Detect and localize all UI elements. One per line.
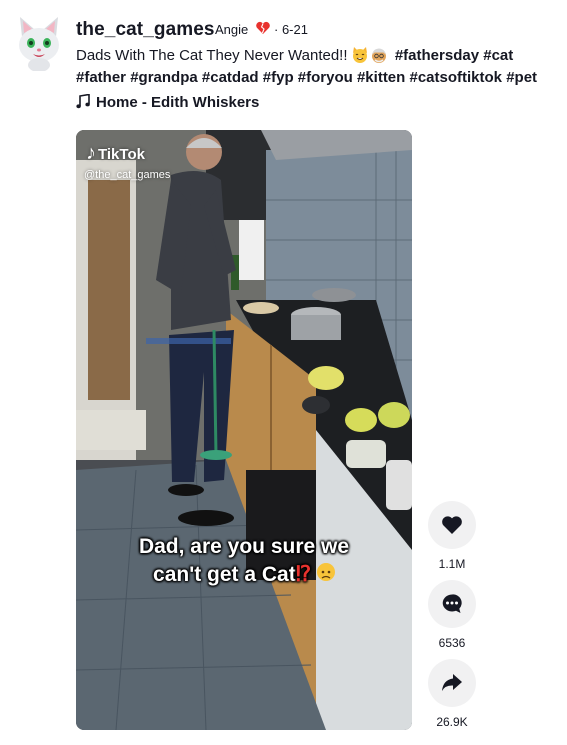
username-link[interactable]: the_cat_games bbox=[76, 19, 215, 41]
cat-face-emoji-icon bbox=[352, 47, 367, 63]
tiktok-watermark: ♪ TikTok bbox=[86, 142, 145, 165]
heart-icon bbox=[442, 516, 462, 534]
comment-bubble-icon bbox=[442, 594, 462, 613]
share-arrow-icon bbox=[442, 674, 462, 691]
hashtag-link[interactable]: #foryou bbox=[298, 69, 353, 86]
video-frame bbox=[76, 130, 412, 730]
like-button[interactable] bbox=[428, 501, 476, 549]
hashtag-link[interactable]: #fathersday bbox=[395, 47, 479, 64]
share-count: 26.9K bbox=[436, 715, 468, 729]
sad-face-emoji-icon bbox=[316, 563, 335, 581]
caption: Dads With The Cat They Never Wanted!! #f… bbox=[76, 45, 556, 89]
hashtag-link[interactable]: #catdad bbox=[202, 69, 259, 86]
watermark-username: @the_cat_games bbox=[84, 169, 171, 181]
hashtag-link[interactable]: #kitten bbox=[357, 69, 405, 86]
music-link[interactable]: Home - Edith Whiskers bbox=[76, 93, 260, 111]
hashtag-link[interactable]: #grandpa bbox=[130, 69, 198, 86]
like-count: 1.1M bbox=[438, 557, 466, 571]
nickname: Angie bbox=[215, 22, 249, 37]
video-player[interactable]: ♪ TikTok @the_cat_games Dad, are you sure… bbox=[76, 130, 412, 730]
caption-text: Dads With The Cat They Never Wanted!! bbox=[76, 47, 352, 64]
old-man-emoji-icon bbox=[371, 48, 386, 63]
hashtag-link[interactable]: #catsoftiktok bbox=[410, 69, 503, 86]
share-button[interactable] bbox=[428, 659, 476, 707]
avatar[interactable] bbox=[14, 15, 64, 72]
exclamation-question-emoji: ⁉ bbox=[295, 563, 312, 586]
watermark-brand: TikTok bbox=[98, 146, 145, 163]
share-action: 26.9K bbox=[428, 659, 476, 729]
cat-avatar-icon bbox=[19, 17, 59, 72]
video-subtitle: Dad, are you sure we can't get a Cat⁉ bbox=[76, 533, 412, 589]
comment-count: 6536 bbox=[438, 636, 466, 650]
post-date: · 6-21 bbox=[274, 22, 308, 37]
comment-button[interactable] bbox=[428, 580, 476, 628]
hashtag-link[interactable]: #pet bbox=[506, 69, 537, 86]
tiktok-logo-icon: ♪ bbox=[86, 142, 96, 164]
hashtag-link[interactable]: #fyp bbox=[263, 69, 294, 86]
comment-action: 6536 bbox=[428, 580, 476, 650]
music-note-icon bbox=[76, 93, 90, 109]
music-title: Home - Edith Whiskers bbox=[96, 94, 260, 111]
subtitle-line: can't get a Cat bbox=[153, 563, 296, 586]
broken-heart-emoji-icon bbox=[256, 21, 270, 34]
hashtag-link[interactable]: #father bbox=[76, 69, 126, 86]
subtitle-line: Dad, are you sure we bbox=[138, 535, 350, 558]
like-action: 1.1M bbox=[428, 501, 476, 571]
hashtag-link[interactable]: #cat bbox=[483, 47, 513, 64]
